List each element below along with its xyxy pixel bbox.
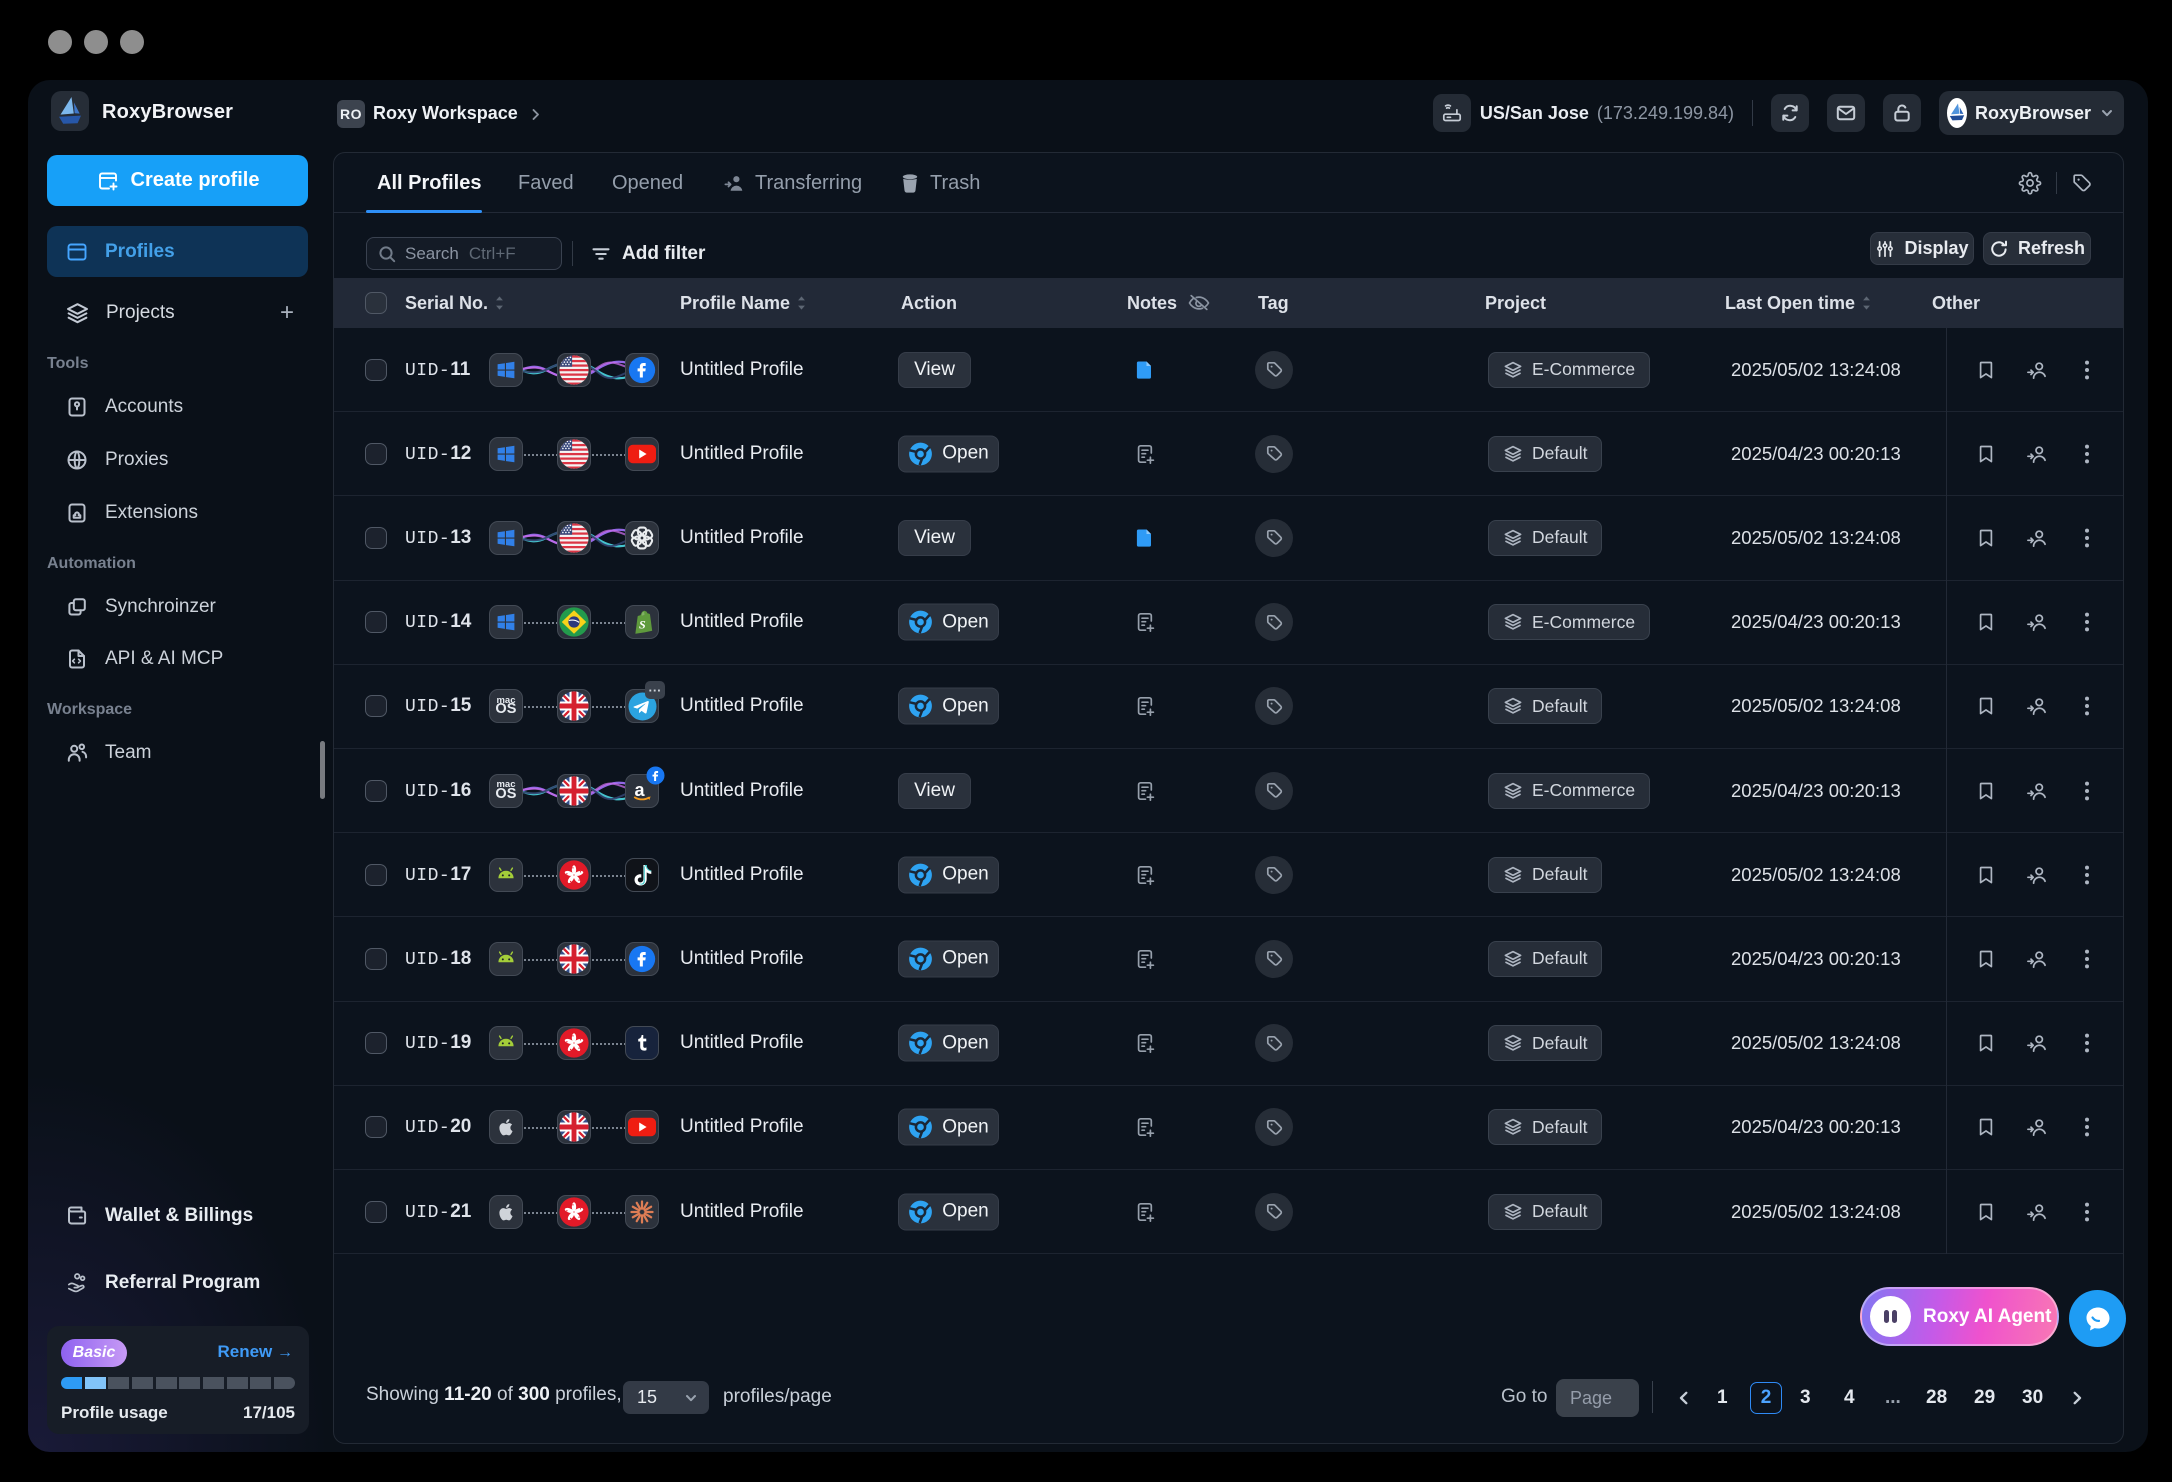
svg-text:S: S — [639, 618, 646, 632]
svg-text:a: a — [635, 780, 646, 800]
